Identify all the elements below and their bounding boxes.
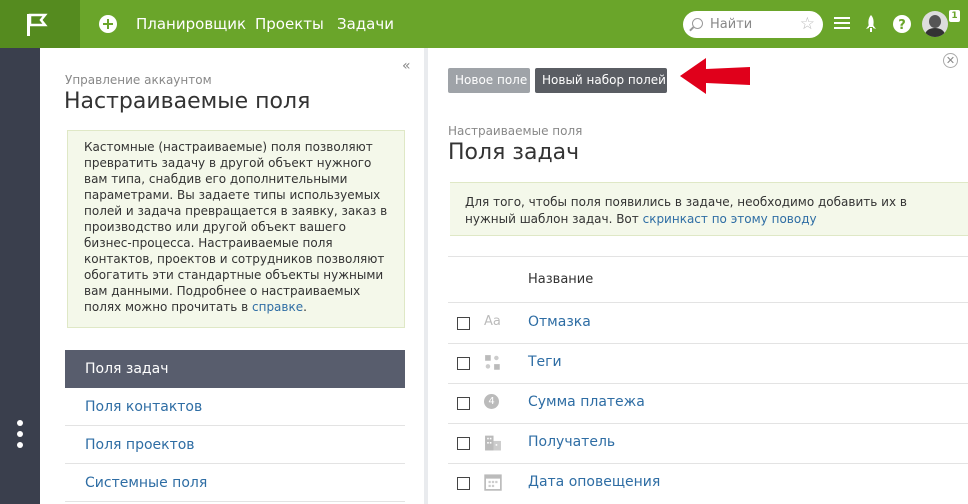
nav-planner[interactable]: Планировщик — [136, 15, 246, 33]
menu-item-system-fields[interactable]: Системные поля — [65, 464, 405, 502]
new-field-button[interactable]: Новое поле — [448, 68, 530, 93]
menu-item-contact-fields[interactable]: Поля контактов — [65, 388, 405, 426]
avatar[interactable] — [922, 11, 948, 37]
app-logo[interactable] — [0, 0, 80, 48]
nav-tasks[interactable]: Задачи — [337, 15, 394, 33]
tags-icon — [485, 355, 500, 370]
more-icon[interactable] — [10, 415, 30, 455]
new-field-set-button[interactable]: Новый набор полей — [535, 68, 667, 93]
collapse-icon[interactable]: « — [402, 58, 411, 74]
svg-text:?: ? — [898, 18, 906, 33]
search-input[interactable]: Найти ☆ — [683, 11, 823, 38]
section-breadcrumb: Настраиваемые поля — [448, 124, 583, 138]
field-link[interactable]: Отмазка — [528, 314, 591, 330]
search-placeholder: Найти — [710, 17, 753, 32]
notification-badge: 1 — [949, 10, 960, 22]
nav-projects[interactable]: Проекты — [255, 15, 324, 33]
help-link[interactable]: справке — [252, 300, 303, 314]
field-link[interactable]: Дата оповещения — [528, 474, 660, 490]
row-checkbox[interactable] — [457, 437, 470, 450]
screencast-link[interactable]: скринкаст по этому поводу — [643, 212, 817, 226]
column-header-name[interactable]: Название — [528, 272, 593, 287]
hint-box: Для того, чтобы поля появились в задаче,… — [450, 182, 968, 236]
field-link[interactable]: Сумма платежа — [528, 394, 645, 410]
menu-item-task-fields[interactable]: Поля задач — [65, 350, 405, 388]
page-title: Настраиваемые поля — [64, 89, 311, 114]
menu-icon[interactable] — [834, 16, 850, 30]
row-checkbox[interactable] — [457, 397, 470, 410]
breadcrumb: Управление аккаунтом — [65, 73, 212, 87]
row-checkbox[interactable] — [457, 317, 470, 330]
search-icon — [692, 18, 703, 29]
field-link[interactable]: Теги — [528, 354, 562, 370]
calendar-icon — [484, 474, 502, 491]
rocket-icon[interactable] — [864, 15, 878, 33]
menu-item-project-fields[interactable]: Поля проектов — [65, 426, 405, 464]
section-title: Поля задач — [448, 140, 580, 165]
top-bar: Планировщик Проекты Задачи Найти ☆ ? 1 — [0, 0, 968, 48]
right-panel — [428, 48, 968, 504]
info-box: Кастомные (настраиваемые) поля позволяют… — [67, 130, 405, 328]
building-icon — [485, 435, 501, 451]
text-icon: Aa — [484, 314, 501, 329]
add-icon[interactable] — [99, 15, 117, 33]
arrow-icon — [680, 58, 750, 94]
star-icon[interactable]: ☆ — [800, 14, 815, 34]
number-icon: 4 — [484, 394, 499, 409]
row-checkbox[interactable] — [457, 477, 470, 490]
row-checkbox[interactable] — [457, 357, 470, 370]
help-icon[interactable]: ? — [893, 15, 911, 33]
close-icon[interactable]: ✕ — [943, 53, 958, 68]
flag-icon — [27, 13, 48, 36]
field-link[interactable]: Получатель — [528, 434, 615, 450]
